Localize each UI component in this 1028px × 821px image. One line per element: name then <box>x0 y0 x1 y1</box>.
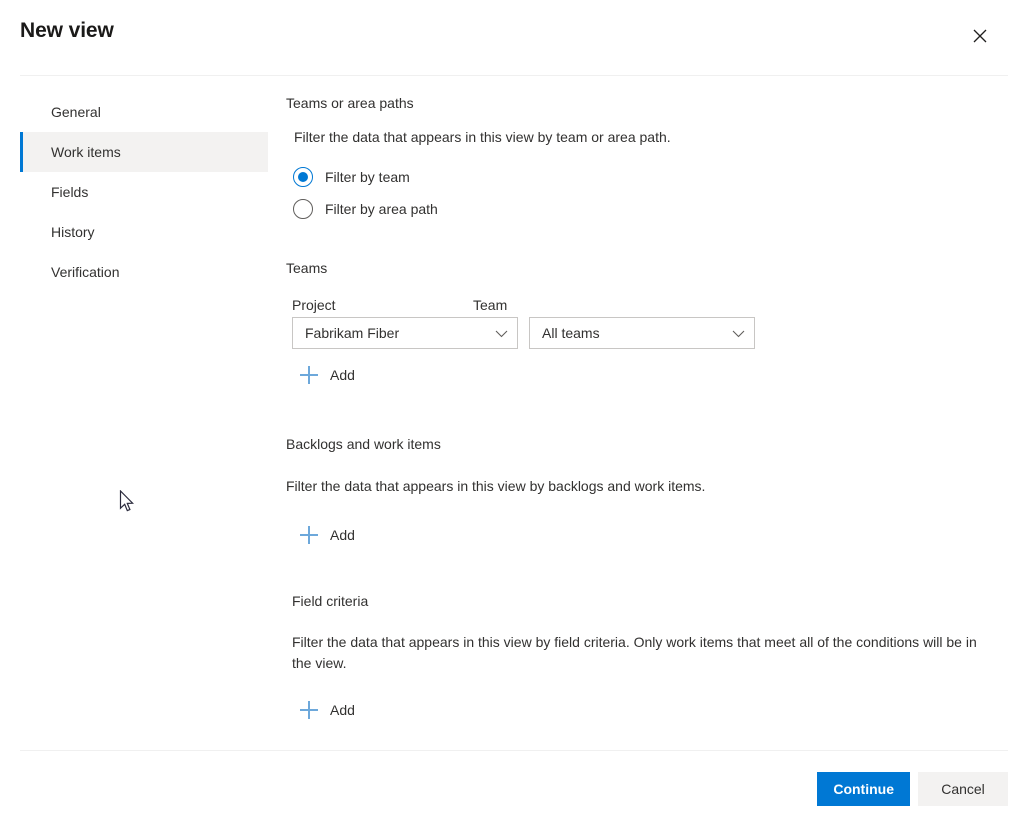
radio-filter-by-area-path[interactable]: Filter by area path <box>293 193 1008 225</box>
team-select-value: All teams <box>542 325 600 341</box>
section-description: Filter the data that appears in this vie… <box>286 476 1008 497</box>
sidebar-item-work-items[interactable]: Work items <box>20 132 268 172</box>
dialog-header: New view <box>0 0 1028 75</box>
chevron-down-icon <box>495 325 508 341</box>
radio-filter-by-team[interactable]: Filter by team <box>293 161 1008 193</box>
sidebar-item-label: Verification <box>51 264 119 280</box>
add-backlog-button[interactable]: Add <box>299 521 355 549</box>
filter-mode-radio-group: Filter by team Filter by area path <box>286 161 1008 225</box>
section-heading: Teams <box>286 260 1008 276</box>
dialog-footer: Continue Cancel <box>817 772 1008 806</box>
section-field-criteria: Field criteria Filter the data that appe… <box>286 593 1008 725</box>
project-select-value: Fabrikam Fiber <box>305 325 399 341</box>
section-heading: Backlogs and work items <box>286 436 1008 452</box>
add-field-criteria-label: Add <box>330 702 355 718</box>
team-label: Team <box>473 297 507 313</box>
close-icon <box>973 29 987 43</box>
sidebar-item-label: General <box>51 104 101 120</box>
new-view-dialog: New view General Work items Fields Histo… <box>0 0 1028 821</box>
sidebar-item-label: Work items <box>51 144 121 160</box>
section-heading: Teams or area paths <box>286 92 1008 111</box>
mouse-cursor <box>119 490 135 519</box>
dialog-sidebar: General Work items Fields History Verifi… <box>20 92 268 292</box>
sidebar-item-verification[interactable]: Verification <box>20 252 268 292</box>
close-button[interactable] <box>966 22 994 50</box>
footer-divider <box>20 750 1008 751</box>
add-team-label: Add <box>330 367 355 383</box>
section-teams-or-area-paths: Teams or area paths Filter the data that… <box>286 92 1008 225</box>
plus-icon <box>299 525 319 545</box>
add-field-criteria-button[interactable]: Add <box>299 696 355 724</box>
cancel-button[interactable]: Cancel <box>918 772 1008 806</box>
section-teams: Teams Project Team Fabrikam Fiber All te… <box>286 260 1008 390</box>
plus-icon <box>299 365 319 385</box>
teams-selects-row: Fabrikam Fiber All teams <box>286 317 1008 349</box>
sidebar-item-label: Fields <box>51 184 88 200</box>
header-divider <box>20 75 1008 76</box>
chevron-down-icon <box>732 325 745 341</box>
radio-label: Filter by area path <box>325 201 438 217</box>
section-backlogs-and-work-items: Backlogs and work items Filter the data … <box>286 436 1008 550</box>
teams-field-labels: Project Team <box>286 297 1008 313</box>
sidebar-item-history[interactable]: History <box>20 212 268 252</box>
section-description: Filter the data that appears in this vie… <box>292 632 995 674</box>
plus-icon <box>299 700 319 720</box>
project-label: Project <box>292 297 473 313</box>
radio-mark-icon <box>293 199 313 219</box>
project-select[interactable]: Fabrikam Fiber <box>292 317 518 349</box>
page-title: New view <box>20 19 114 43</box>
radio-label: Filter by team <box>325 169 410 185</box>
section-heading: Field criteria <box>292 593 1008 609</box>
sidebar-item-general[interactable]: General <box>20 92 268 132</box>
sidebar-item-label: History <box>51 224 95 240</box>
add-team-button[interactable]: Add <box>299 361 355 389</box>
sidebar-item-fields[interactable]: Fields <box>20 172 268 212</box>
continue-button[interactable]: Continue <box>817 772 910 806</box>
dialog-content: Teams or area paths Filter the data that… <box>286 92 1008 725</box>
radio-mark-icon <box>293 167 313 187</box>
section-description: Filter the data that appears in this vie… <box>286 111 1008 148</box>
team-select[interactable]: All teams <box>529 317 755 349</box>
add-backlog-label: Add <box>330 527 355 543</box>
